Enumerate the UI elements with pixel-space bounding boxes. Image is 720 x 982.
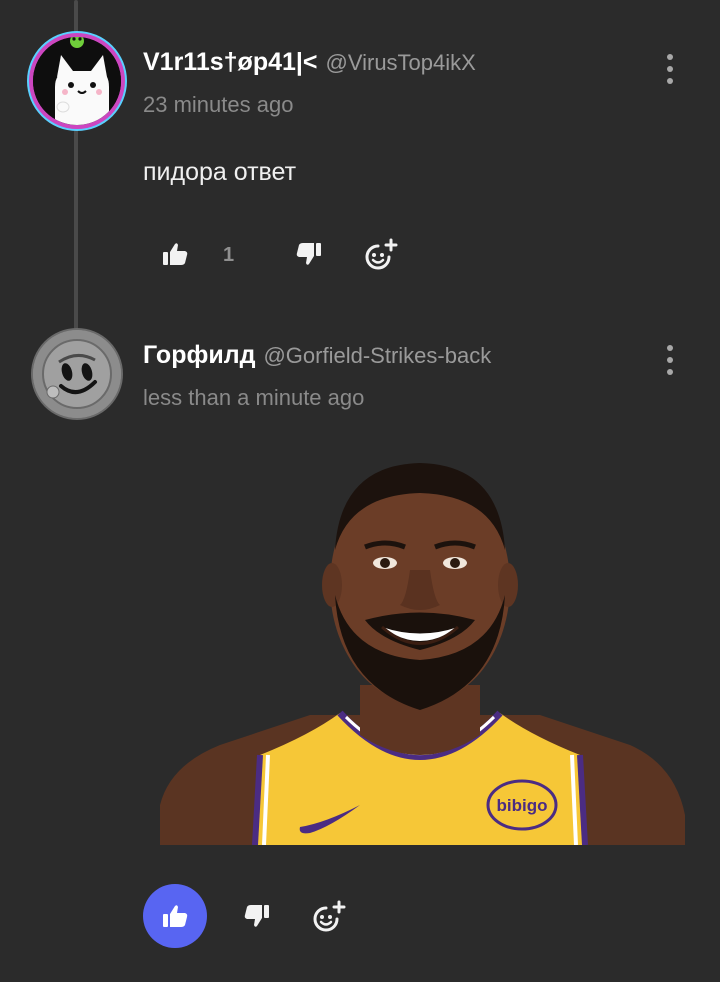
avatar[interactable]	[33, 330, 121, 418]
author-handle[interactable]: @VirusTop4ikX	[326, 50, 476, 76]
dot	[667, 345, 673, 351]
author-display-name[interactable]: V1r11s†øp41|<	[143, 48, 318, 77]
add-reaction-button[interactable]	[309, 896, 349, 936]
dot	[667, 78, 673, 84]
author-line: V1r11s†øp41|< @VirusTop4ikX	[143, 48, 476, 77]
dot	[667, 54, 673, 60]
add-reaction-icon	[313, 900, 346, 932]
thumbs-down-icon	[244, 905, 269, 927]
like-count: 1	[223, 244, 235, 266]
basketball-player-photo: bibigo	[160, 463, 685, 845]
author-line: Горфилд @Gorfield-Strikes-back	[143, 341, 491, 370]
add-reaction-icon	[365, 238, 398, 270]
thumbs-up-icon	[163, 243, 188, 265]
smiley-sticker-avatar-icon	[33, 330, 121, 418]
attached-image[interactable]: bibigo	[160, 455, 685, 845]
more-options-button[interactable]	[660, 345, 680, 375]
dislike-button[interactable]	[237, 896, 277, 936]
author-handle[interactable]: @Gorfield-Strikes-back	[263, 343, 491, 369]
like-button-active[interactable]	[143, 884, 207, 948]
author-display-name[interactable]: Горфилд	[143, 341, 255, 370]
add-reaction-button[interactable]	[361, 234, 401, 274]
comment-timestamp: less than a minute ago	[143, 385, 365, 410]
more-options-button[interactable]	[660, 54, 680, 84]
jersey-logo-text: bibigo	[497, 796, 548, 815]
thumbs-up-icon	[163, 905, 188, 927]
dot	[667, 66, 673, 72]
comment-timestamp: 23 minutes ago	[143, 92, 294, 117]
like-button[interactable]	[155, 234, 195, 274]
dislike-button[interactable]	[289, 234, 329, 274]
comment-text: пидора ответ	[143, 158, 297, 186]
cat-avatar-icon	[33, 37, 121, 125]
dot	[667, 357, 673, 363]
avatar[interactable]	[33, 37, 121, 125]
dot	[667, 369, 673, 375]
thumbs-down-icon	[296, 243, 321, 265]
